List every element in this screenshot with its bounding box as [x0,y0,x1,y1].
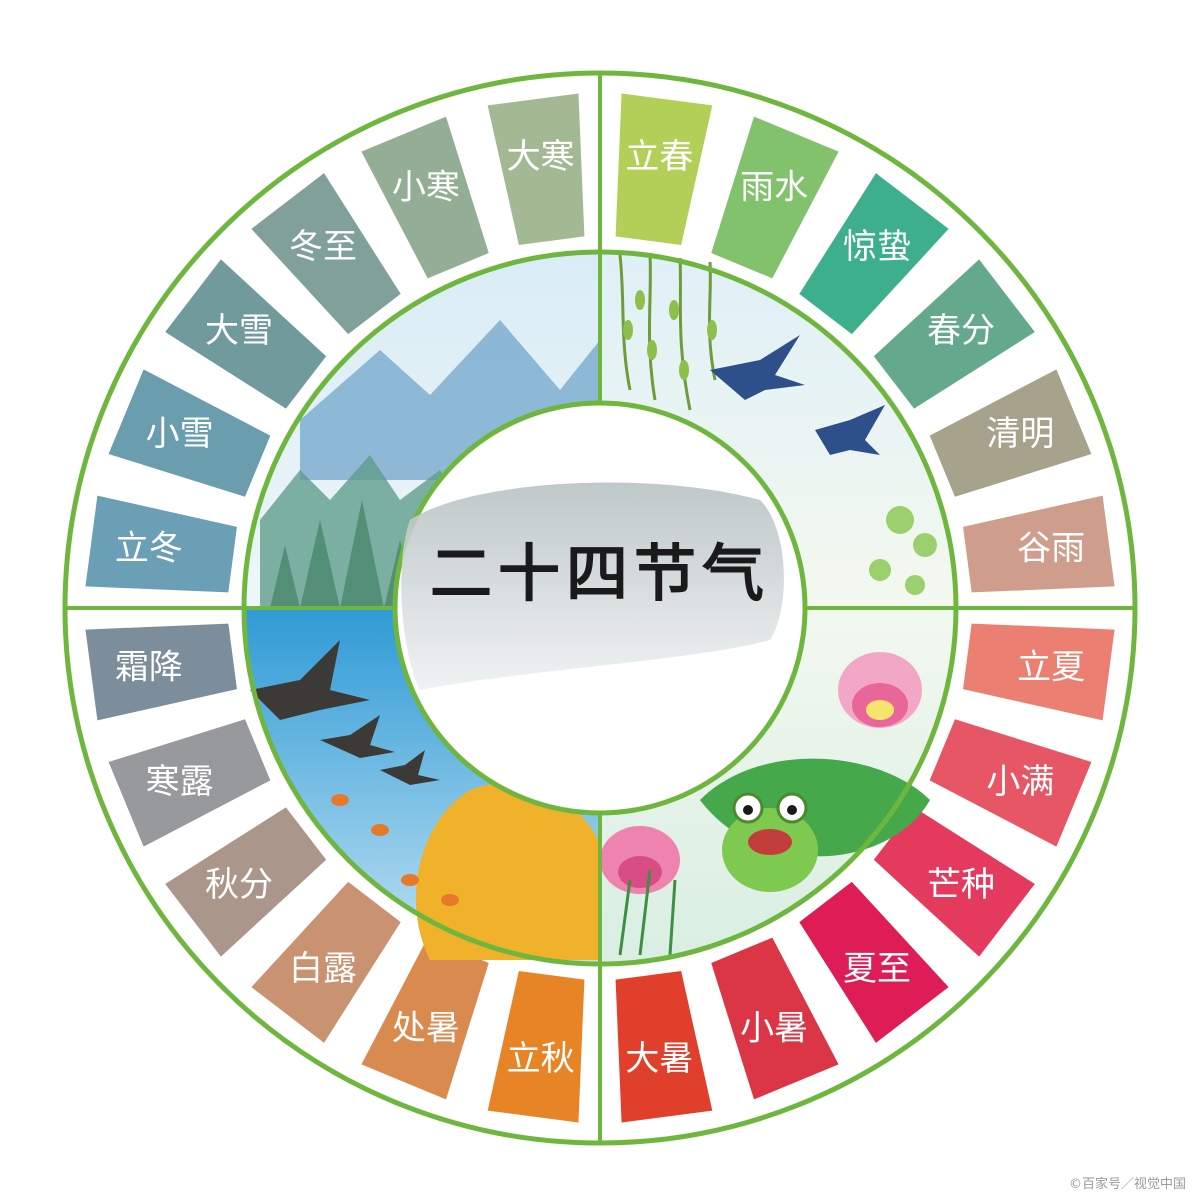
term-label: 惊蛰 [843,227,911,267]
term-label: 清明 [986,414,1054,454]
lotus-flower-icon [838,652,922,728]
term-label: 立春 [625,137,693,177]
image-credit: ©百家号／视觉中国 [1068,1177,1186,1192]
solar-terms-wheel: 立春雨水惊蛰春分清明谷雨立夏小满芒种夏至小暑大暑 立秋 处暑白露 秋分 寒露 霜降 立冬 小雪… [62,70,1138,1146]
term-label: 冬至 [289,227,357,267]
term-label: 芒种 [927,865,995,905]
term-label: 大雪 [205,311,273,351]
term-label: 霜降 [115,647,183,687]
term-label: 小满 [986,762,1054,802]
term-label: 白露 [289,949,357,989]
term-label: 小寒 [392,168,460,208]
term-label: 小暑 [740,1008,808,1048]
term-label: 立秋 [507,1039,575,1079]
diagram-title: 二十四节气 [430,537,770,610]
term-label: 立夏 [1017,647,1085,687]
frog-icon [722,792,818,892]
term-label: 寒露 [146,762,214,802]
term-label: 谷雨 [1017,529,1085,569]
term-label: 大暑 [625,1039,693,1079]
term-label: 大寒 [507,137,575,177]
term-label: 春分 [927,311,995,351]
term-label: 夏至 [843,949,911,989]
term-label: 小雪 [146,414,214,454]
lotus-flower-icon [600,826,680,894]
term-label: 秋分 [205,865,273,905]
term-label: 立冬 [115,529,183,569]
term-label: 处暑 [392,1008,460,1048]
term-label: 雨水 [740,168,808,208]
